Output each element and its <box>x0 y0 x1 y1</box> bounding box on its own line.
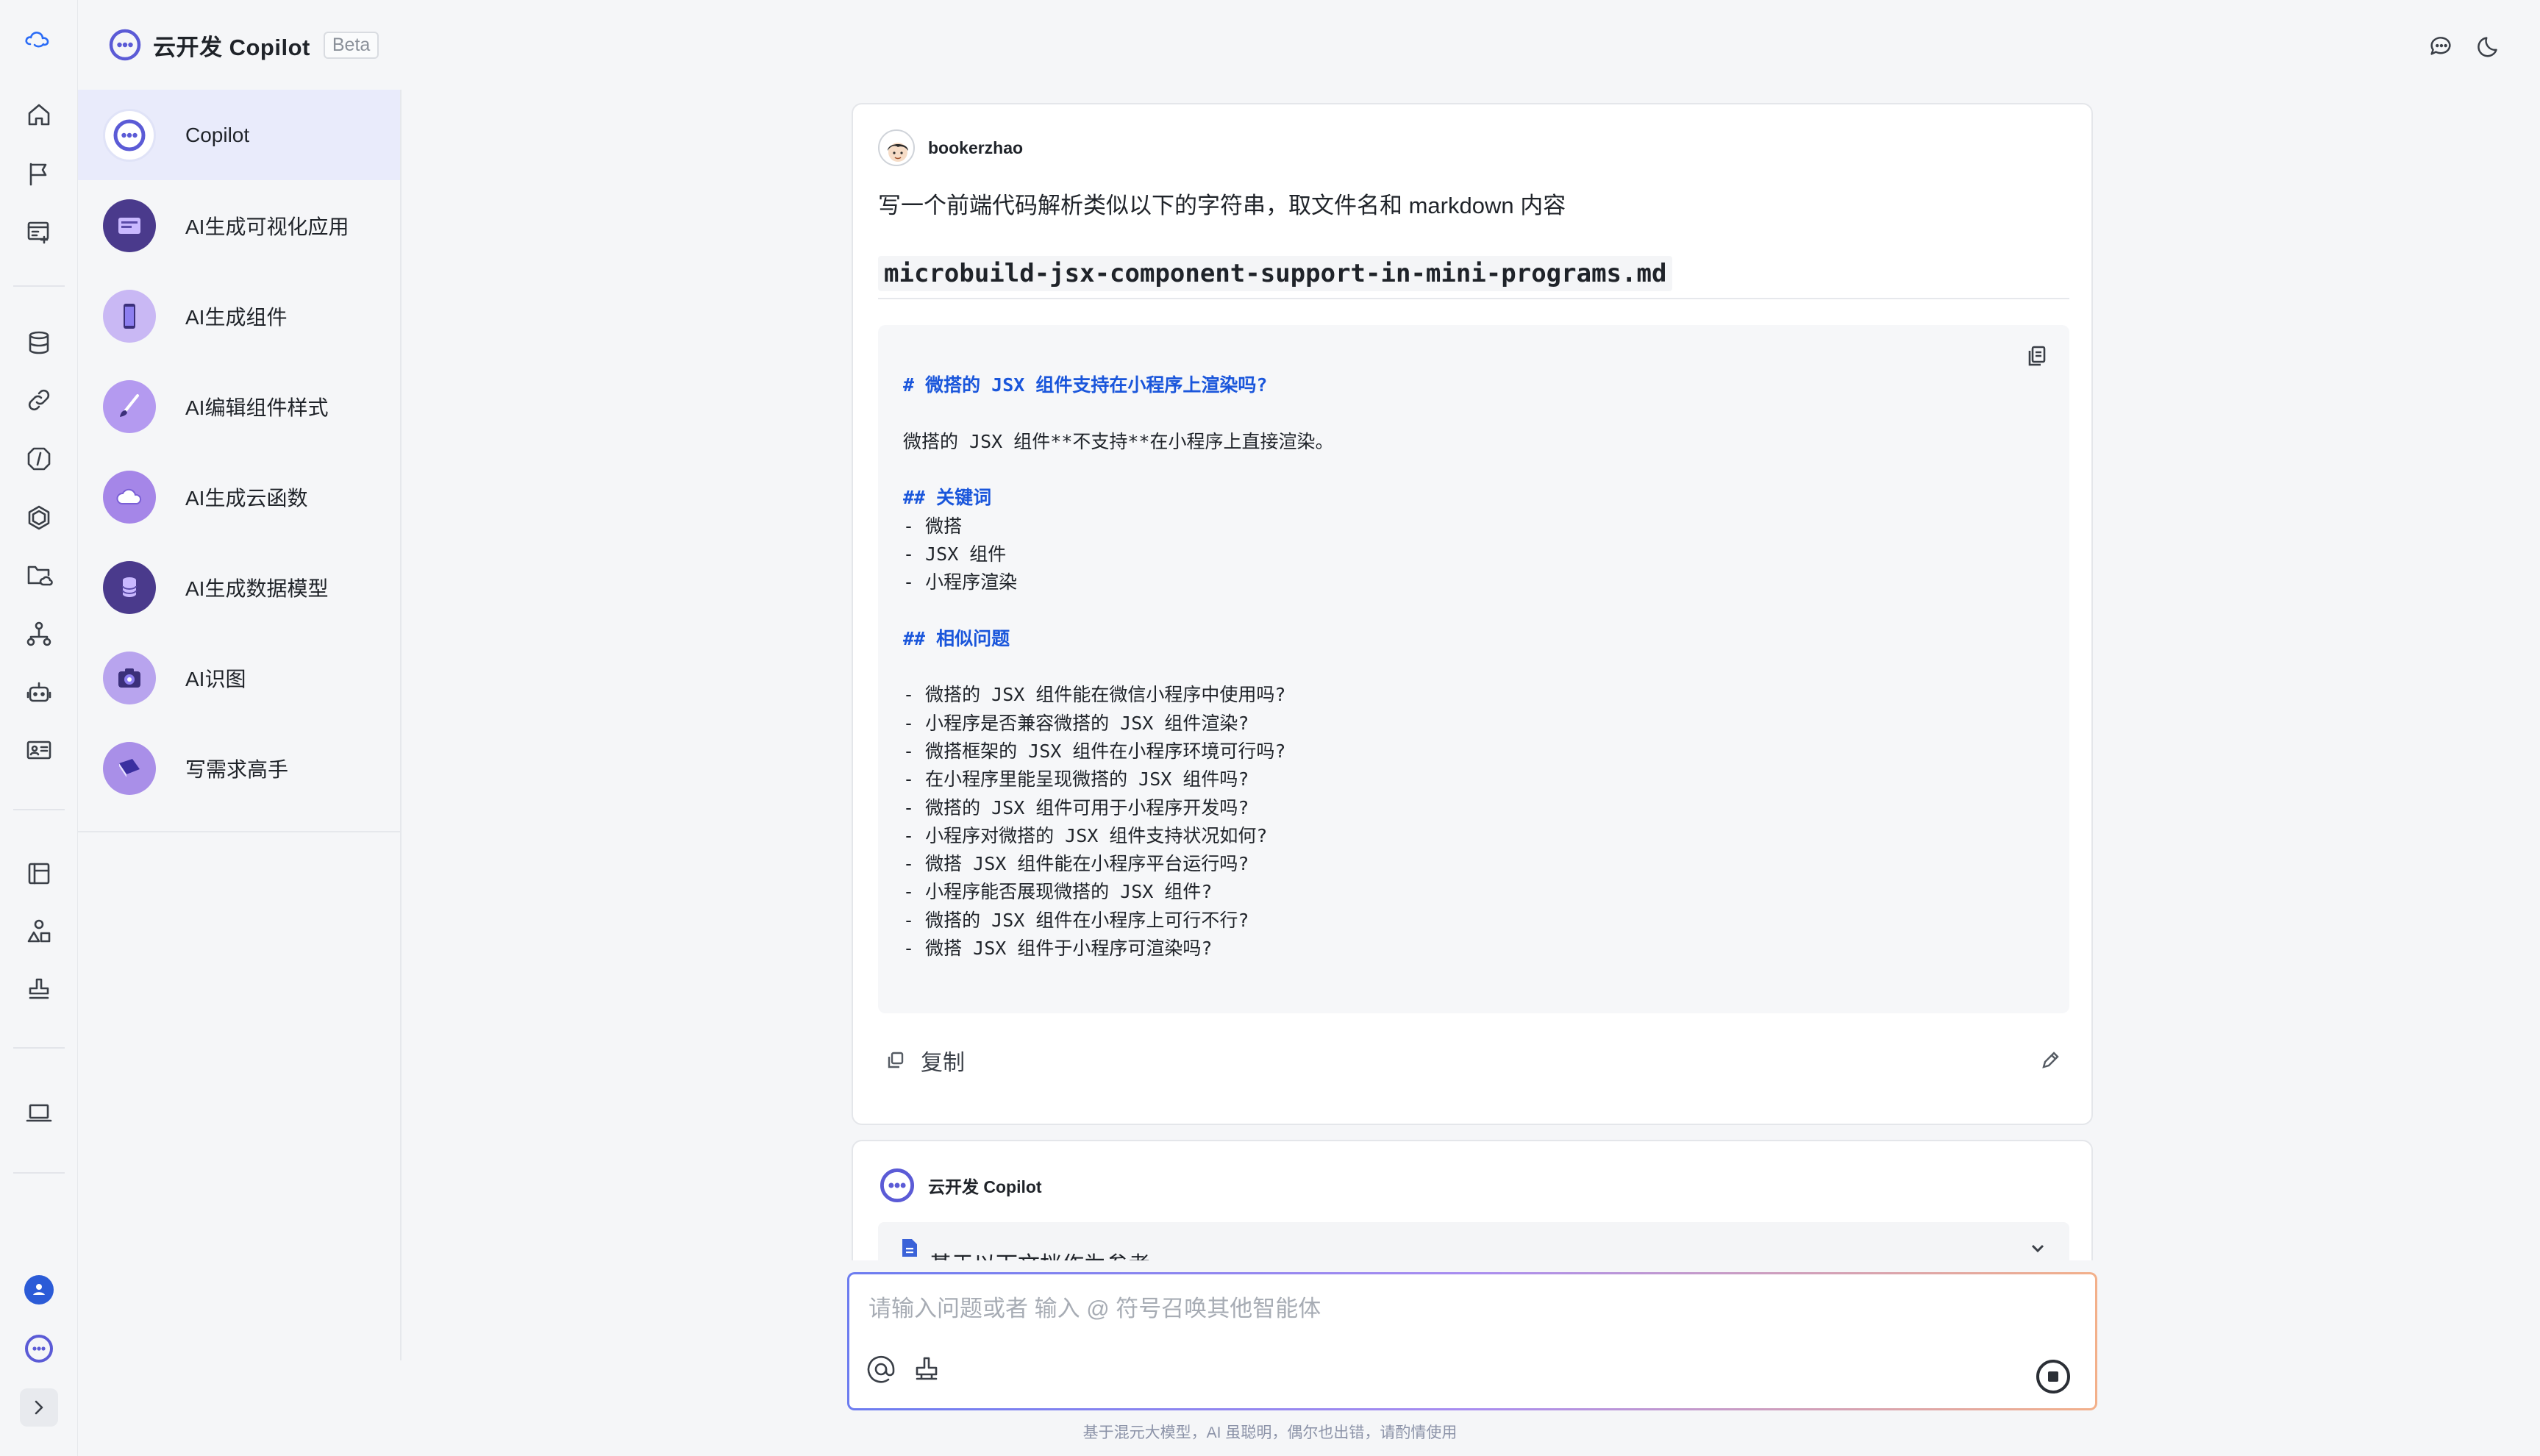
agent-label: AI生成数据模型 <box>185 577 329 600</box>
agent-label: AI生成云函数 <box>185 486 308 510</box>
shapes-icon[interactable] <box>20 912 58 950</box>
stop-generating-icon[interactable] <box>2033 1357 2073 1396</box>
document-icon <box>902 1239 917 1257</box>
brush-icon <box>103 379 156 433</box>
user-message-card: bookerzhao 写一个前端代码解析类似以下的字符串，取文件名和 markd… <box>852 103 2093 1125</box>
camera-icon <box>103 651 156 704</box>
visual-app-icon <box>103 199 156 252</box>
agent-label: Copilot <box>185 123 250 146</box>
laptop-icon[interactable] <box>20 1094 58 1132</box>
agent-list: Copilot AI生成可视化应用 AI生成组件 AI编辑组件样式 AI生成云函… <box>78 90 402 832</box>
copy-button[interactable]: 复制 <box>885 1044 965 1077</box>
user-name: bookerzhao <box>928 138 1024 157</box>
copy-code-icon[interactable] <box>2021 340 2053 372</box>
code-line: - 微搭 JSX 组件于小程序可渲染吗? <box>903 938 1213 959</box>
rail-divider <box>13 285 65 287</box>
app-header: 云开发 Copilot Beta <box>107 26 379 63</box>
robot-icon[interactable] <box>20 674 58 712</box>
markdown-code-block: # 微搭的 JSX 组件支持在小程序上渲染吗? 微搭的 JSX 组件**不支持**… <box>878 325 2069 1013</box>
code-line: - 微搭的 JSX 组件能在微信小程序中使用吗? <box>903 684 1286 706</box>
code-line: - 微搭 JSX 组件能在小程序平台运行吗? <box>903 853 1249 875</box>
link-icon[interactable] <box>20 381 58 419</box>
copilot-icon <box>880 1168 915 1203</box>
agent-item-image-recognition[interactable]: AI识图 <box>78 632 400 723</box>
sidebar-border <box>400 831 402 1360</box>
edit-icon[interactable] <box>2034 1044 2066 1077</box>
hexagon-icon[interactable] <box>20 499 58 537</box>
chat-input[interactable] <box>868 1291 1972 1327</box>
code-line: - 微搭的 JSX 组件在小程序上可行不行? <box>903 909 1249 931</box>
agent-label: AI识图 <box>185 667 246 690</box>
database-icon <box>103 560 156 614</box>
code-heading-line: ## 关键词 <box>903 487 992 509</box>
id-card-icon[interactable] <box>20 731 58 769</box>
book-icon <box>103 741 156 795</box>
agent-label: AI编辑组件样式 <box>185 396 329 419</box>
agent-item-component[interactable]: AI生成组件 <box>78 271 400 361</box>
stamp-icon[interactable] <box>908 1351 945 1388</box>
rail-divider <box>13 809 65 810</box>
cloud-folder-icon[interactable] <box>20 556 58 594</box>
user-avatar <box>878 129 915 166</box>
agent-item-requirements[interactable]: 写需求高手 <box>78 723 400 813</box>
rail-divider <box>13 1047 65 1049</box>
agent-item-cloud-function[interactable]: AI生成云函数 <box>78 452 400 542</box>
copy-icon <box>888 1052 904 1068</box>
copy-label: 复制 <box>921 1051 965 1075</box>
agent-item-style[interactable]: AI编辑组件样式 <box>78 361 400 452</box>
user-avatar-icon[interactable] <box>20 1271 58 1309</box>
app-screen-icon[interactable] <box>20 213 58 251</box>
logo-icon[interactable] <box>20 21 58 59</box>
code-heading-line: # 微搭的 JSX 组件支持在小程序上渲染吗? <box>903 374 1268 396</box>
copilot-icon[interactable] <box>20 1330 58 1368</box>
code-line: - 小程序是否兼容微搭的 JSX 组件渲染? <box>903 712 1249 734</box>
rail-divider <box>13 1172 65 1174</box>
phone-icon <box>103 289 156 343</box>
agent-label: AI生成可视化应用 <box>185 215 349 238</box>
hierarchy-icon[interactable] <box>20 615 58 653</box>
filename-code: microbuild-jsx-component-support-in-mini… <box>878 256 1673 291</box>
code-line: - 在小程序里能呈现微搭的 JSX 组件吗? <box>903 768 1249 791</box>
icon-rail <box>0 0 78 1456</box>
agent-item-visual-app[interactable]: AI生成可视化应用 <box>78 180 400 271</box>
code-line: - 微搭框架的 JSX 组件在小程序环境可行吗? <box>903 740 1286 762</box>
code-line: - 小程序对微搭的 JSX 组件支持状况如何? <box>903 824 1268 846</box>
home-icon[interactable] <box>20 96 58 134</box>
flag-icon[interactable] <box>20 154 58 193</box>
agent-label: AI生成组件 <box>185 305 288 329</box>
agent-item-copilot[interactable]: Copilot <box>78 90 400 180</box>
mention-icon[interactable] <box>863 1351 899 1388</box>
beta-badge: Beta <box>323 31 379 59</box>
code-heading-line: ## 相似问题 <box>903 627 1010 649</box>
code-line: - 微搭的 JSX 组件可用于小程序开发吗? <box>903 796 1249 818</box>
code-line: - 微搭 <box>903 515 963 537</box>
bot-name: 云开发 Copilot <box>928 1177 1042 1196</box>
divider <box>878 298 2069 299</box>
chevron-down-icon <box>2031 1244 2044 1253</box>
database-icon[interactable] <box>20 324 58 362</box>
function-icon[interactable] <box>20 440 58 478</box>
code-line: - 小程序能否展现微搭的 JSX 组件? <box>903 881 1213 903</box>
chat-icon[interactable] <box>2422 28 2459 65</box>
copilot-logo-icon <box>109 29 141 61</box>
layout-icon[interactable] <box>20 854 58 893</box>
moon-icon[interactable] <box>2471 28 2508 65</box>
app-title: 云开发 Copilot <box>153 34 310 60</box>
question-text: 写一个前端代码解析类似以下的字符串，取文件名和 markdown 内容 <box>878 193 1566 218</box>
composer <box>847 1272 2097 1410</box>
agent-item-data-model[interactable]: AI生成数据模型 <box>78 542 400 632</box>
cloud-icon <box>103 470 156 524</box>
stamp-icon[interactable] <box>20 971 58 1009</box>
copilot-icon <box>103 108 156 162</box>
code-line: - JSX 组件 <box>903 543 1007 565</box>
disclaimer: 基于混元大模型，AI 虽聪明，偶尔也出错，请酌情使用 <box>1082 1424 1458 1441</box>
code-line: - 小程序渲染 <box>903 571 1018 593</box>
agent-label: 写需求高手 <box>185 757 289 781</box>
code-line: 微搭的 JSX 组件**不支持**在小程序上直接渲染。 <box>903 430 1334 452</box>
